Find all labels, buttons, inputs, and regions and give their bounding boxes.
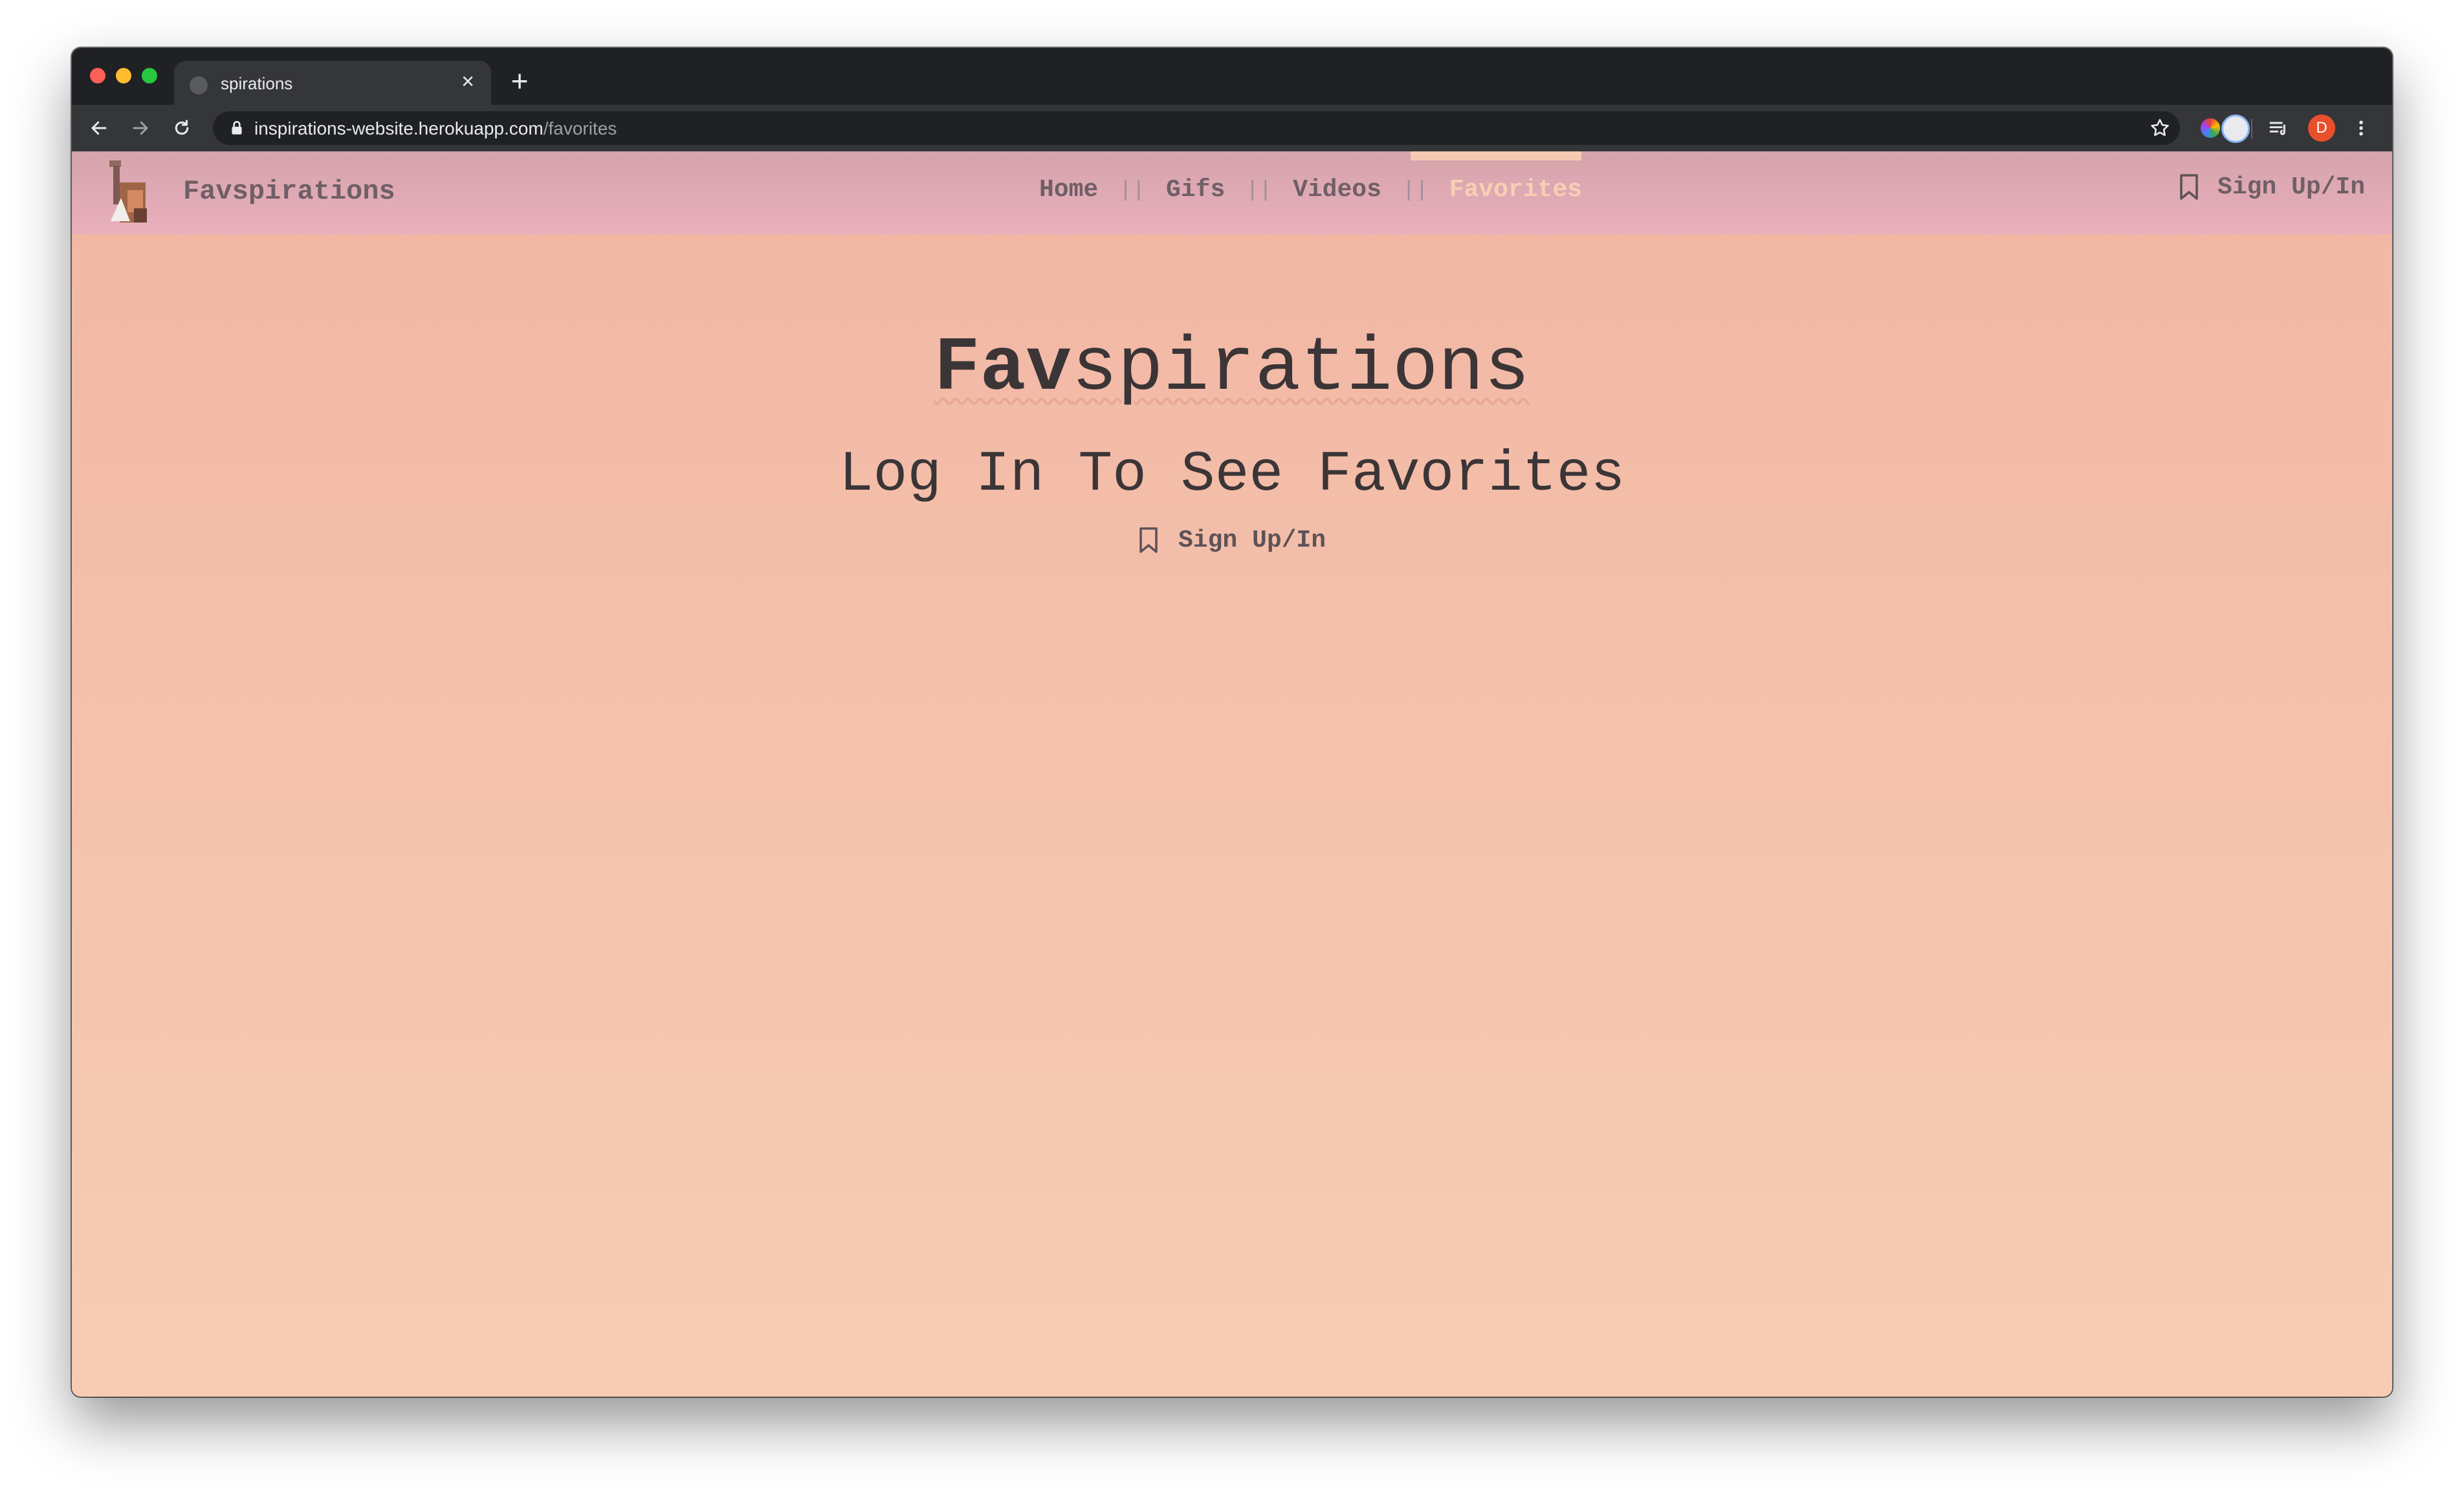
nav-videos[interactable]: Videos: [1293, 176, 1381, 204]
nav-separator: ||: [1119, 179, 1146, 203]
nav-home[interactable]: Home: [1039, 176, 1098, 204]
address-bar[interactable]: inspirations-website.herokuapp.com/favor…: [213, 111, 2180, 145]
url-text[interactable]: inspirations-website.herokuapp.com/favor…: [254, 118, 617, 139]
bookmark-icon: [1139, 527, 1158, 553]
forward-arrow-icon[interactable]: [125, 113, 156, 144]
site-logo[interactable]: [104, 157, 156, 228]
active-tab-indicator: [1411, 151, 1581, 160]
globe-icon: [190, 76, 208, 94]
more-vert-icon[interactable]: [2346, 113, 2377, 144]
nav-signin-link[interactable]: Sign Up/In: [2179, 173, 2365, 201]
nav-favorites[interactable]: Favorites: [1449, 176, 1582, 204]
url-path: /favorites: [543, 118, 617, 138]
circle-extension-icon[interactable]: [2221, 114, 2250, 143]
tab-close-icon[interactable]: ×: [455, 69, 481, 94]
close-window-button[interactable]: [90, 68, 105, 83]
new-tab-button[interactable]: +: [504, 66, 535, 97]
site-navbar: Favspirations Home || Gifs || Videos || …: [72, 151, 2392, 234]
signin-link-label: Sign Up/In: [1178, 527, 1326, 554]
nav-links: Home || Gifs || Videos || Favorites: [1039, 176, 1582, 204]
maximize-window-button[interactable]: [142, 68, 157, 83]
color-wheel-extension-icon[interactable]: [2201, 118, 2220, 138]
nav-signin-label: Sign Up/In: [2217, 173, 2366, 201]
reload-icon[interactable]: [166, 113, 197, 144]
star-icon[interactable]: [2149, 117, 2171, 139]
nav-gifs[interactable]: Gifs: [1166, 176, 1225, 204]
nav-separator: ||: [1246, 179, 1273, 203]
toolbar-divider: [2251, 119, 2252, 138]
nav-separator: ||: [1402, 179, 1429, 203]
minimize-window-button[interactable]: [116, 68, 131, 83]
page: Favspirations Home || Gifs || Videos || …: [72, 151, 2392, 1397]
login-prompt: Log In To See Favorites: [839, 443, 1625, 507]
bookmark-icon: [2180, 173, 2198, 200]
profile-avatar[interactable]: D: [2308, 114, 2335, 142]
lock-icon: [232, 120, 242, 135]
tab-title: spirations: [221, 74, 293, 93]
page-title-rest: spirations: [1072, 326, 1530, 412]
browser-tab[interactable]: spirations ×: [174, 61, 491, 105]
browser-toolbar: inspirations-website.herokuapp.com/favor…: [72, 105, 2392, 151]
url-host: inspirations-website.herokuapp.com: [254, 118, 544, 138]
page-title-bold: Fav: [934, 326, 1072, 412]
signin-link[interactable]: Sign Up/In: [1138, 527, 1326, 554]
tab-strip: spirations × +: [72, 48, 2392, 105]
page-title: Favspirations: [72, 331, 2392, 408]
browser-window: spirations × + inspirations-website.hero…: [72, 48, 2392, 1397]
back-arrow-icon[interactable]: [83, 113, 115, 144]
brand-name[interactable]: Favspirations: [183, 176, 395, 207]
media-queue-icon[interactable]: [2263, 113, 2294, 144]
